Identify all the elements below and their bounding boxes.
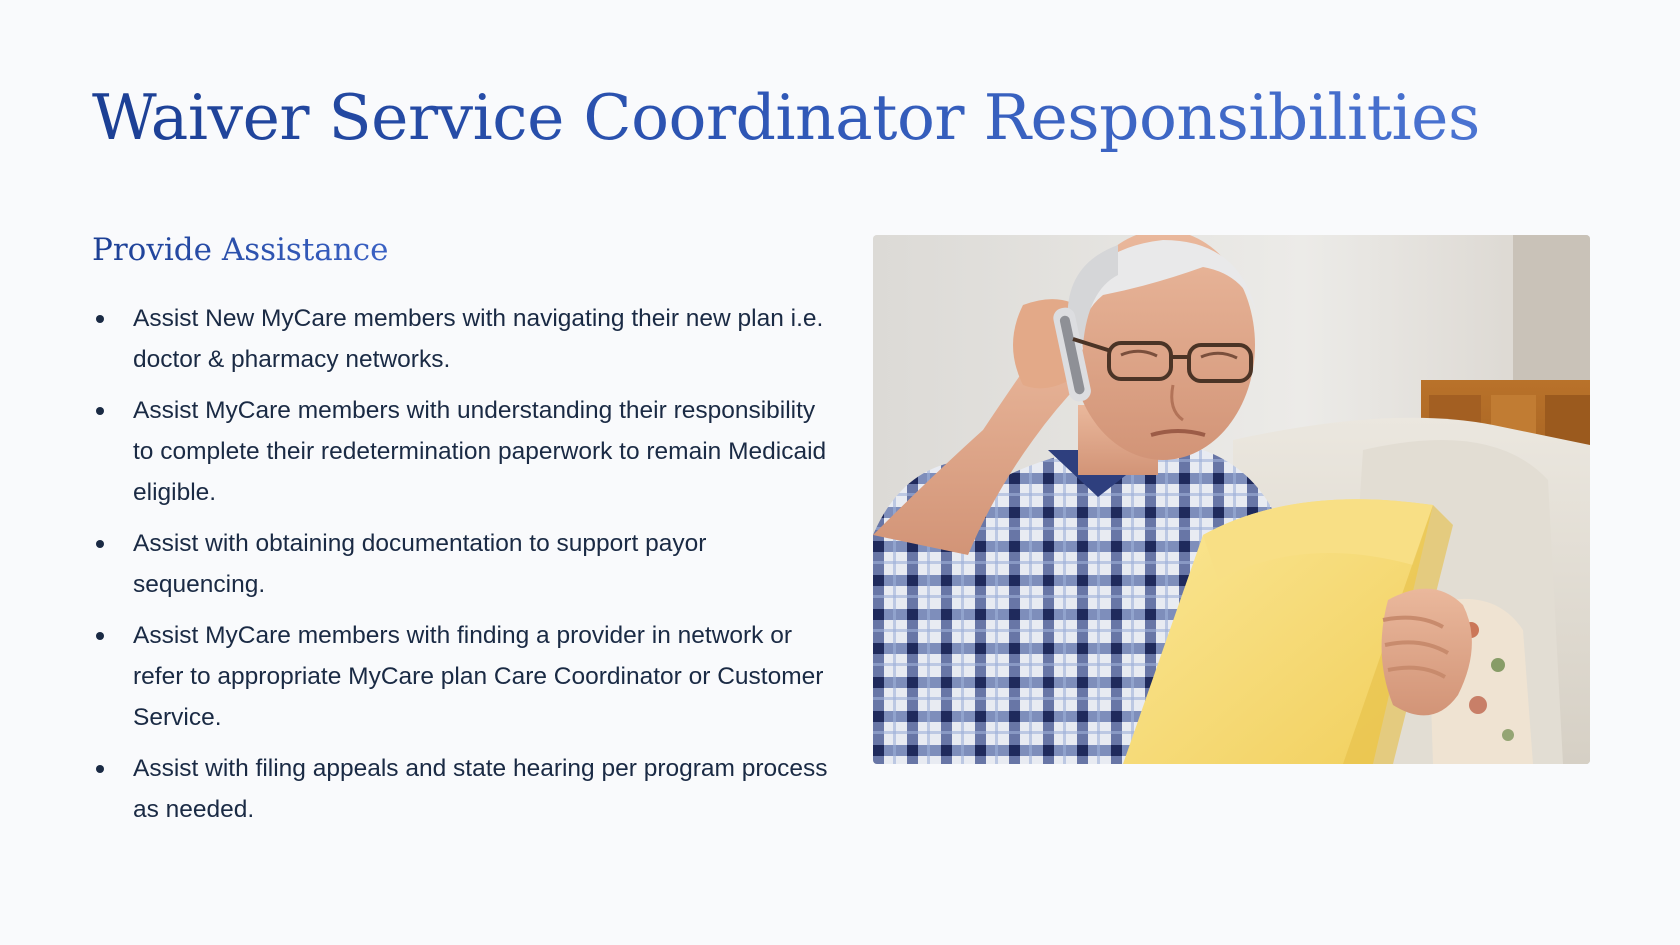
photo-older-man-on-phone bbox=[873, 235, 1590, 764]
bullet-dot-icon bbox=[96, 407, 104, 415]
bullet-text: Assist MyCare members with finding a pro… bbox=[133, 622, 824, 731]
bullet-dot-icon bbox=[96, 765, 104, 773]
bullet-text: Assist with obtaining documentation to s… bbox=[133, 530, 707, 598]
bullet-dot-icon bbox=[96, 632, 104, 640]
bullet-list: Assist New MyCare members with navigatin… bbox=[92, 298, 832, 840]
bullet-item: Assist New MyCare members with navigatin… bbox=[92, 298, 832, 380]
photo-illustration bbox=[873, 235, 1590, 764]
section-heading: Provide Assistance bbox=[92, 232, 389, 268]
bullet-item: Assist with obtaining documentation to s… bbox=[92, 523, 832, 605]
bullet-text: Assist with filing appeals and state hea… bbox=[133, 755, 828, 823]
bullet-item: Assist MyCare members with understanding… bbox=[92, 390, 832, 513]
bullet-dot-icon bbox=[96, 315, 104, 323]
bullet-item: Assist MyCare members with finding a pro… bbox=[92, 615, 832, 738]
bullet-dot-icon bbox=[96, 540, 104, 548]
bullet-item: Assist with filing appeals and state hea… bbox=[92, 748, 832, 830]
slide-title: Waiver Service Coordinator Responsibilit… bbox=[92, 81, 1480, 154]
bullet-text: Assist New MyCare members with navigatin… bbox=[133, 305, 824, 373]
bullet-text: Assist MyCare members with understanding… bbox=[133, 397, 827, 506]
